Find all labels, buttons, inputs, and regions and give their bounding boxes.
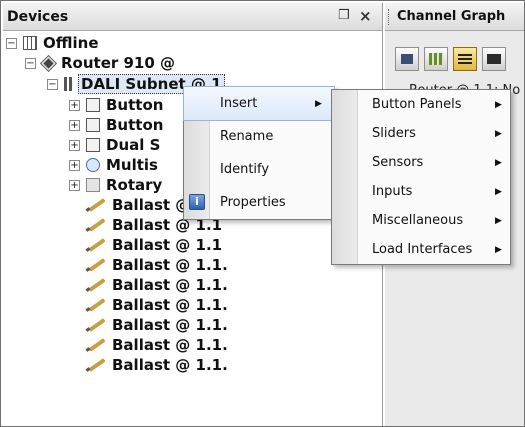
tree-node-device[interactable]: + Button bbox=[69, 95, 163, 115]
ballast-icon bbox=[86, 280, 106, 290]
submenu-arrow-icon: ▶ bbox=[495, 186, 502, 197]
tree-node-device[interactable]: + Multis bbox=[69, 155, 158, 175]
tree-node-ballast[interactable]: Ballast @ 1.1. bbox=[86, 335, 228, 355]
tree-node-ballast[interactable]: Ballast @ 1.1 bbox=[86, 235, 222, 255]
expand-icon[interactable]: + bbox=[69, 99, 80, 111]
list-view-button[interactable] bbox=[453, 47, 477, 71]
app-window: Devices ❒ × − Offline − Router 910 @ − D… bbox=[0, 0, 525, 427]
menu-item-label: Properties bbox=[220, 195, 286, 210]
ballast-icon bbox=[86, 300, 106, 310]
network-grid-icon bbox=[23, 36, 37, 50]
devices-panel-header: Devices ❒ × bbox=[3, 3, 382, 31]
submenu-arrow-icon: ▶ bbox=[495, 215, 502, 226]
dual-sensor-icon bbox=[86, 138, 100, 152]
submenu-item-sensors[interactable]: Sensors ▶ bbox=[332, 148, 510, 177]
expand-icon[interactable]: + bbox=[69, 179, 80, 191]
menu-item-label: Identify bbox=[220, 162, 270, 177]
tree-node-label: Ballast @ 1.1. bbox=[112, 256, 228, 274]
expand-icon[interactable]: + bbox=[69, 139, 80, 151]
tree-node-label: Button bbox=[106, 96, 164, 114]
submenu-arrow-icon: ▶ bbox=[315, 98, 322, 109]
submenu-item-inputs[interactable]: Inputs ▶ bbox=[332, 177, 510, 206]
ballast-icon bbox=[86, 240, 106, 250]
menu-item-label: Button Panels bbox=[372, 97, 462, 112]
ballast-icon bbox=[86, 340, 106, 350]
tree-node-label: Ballast @ 1.1. bbox=[112, 276, 228, 294]
pin-icon[interactable]: ❒ bbox=[338, 8, 350, 23]
tree-node-label: Ballast @ 1.1. bbox=[112, 296, 228, 314]
expand-icon[interactable]: + bbox=[69, 119, 80, 131]
button-panel-icon bbox=[86, 98, 100, 112]
tree-node-label: Ballast @ 1.1. bbox=[112, 316, 228, 334]
tree-node-device[interactable]: + Button bbox=[69, 115, 163, 135]
submenu-item-miscellaneous[interactable]: Miscellaneous ▶ bbox=[332, 206, 510, 235]
menu-item-insert[interactable]: Insert ▶ bbox=[183, 86, 335, 121]
collapse-icon[interactable]: − bbox=[25, 57, 36, 69]
tree-node-ballast[interactable]: Ballast @ 1.1. bbox=[86, 295, 228, 315]
tree-node-ballast[interactable]: Ballast @ 1.1. bbox=[86, 315, 228, 335]
submenu-item-button-panels[interactable]: Button Panels ▶ bbox=[332, 90, 510, 119]
view-icon-button[interactable] bbox=[395, 47, 419, 71]
tree-node-label: Dual S bbox=[106, 136, 161, 154]
submenu-item-sliders[interactable]: Sliders ▶ bbox=[332, 119, 510, 148]
tree-node-label: Ballast @ 1.1. bbox=[112, 356, 228, 374]
menu-item-label: Inputs bbox=[372, 184, 413, 199]
menu-item-label: Miscellaneous bbox=[372, 213, 464, 228]
ballast-icon bbox=[86, 200, 106, 210]
tree-node-label: Multis bbox=[106, 156, 158, 174]
menu-item-rename[interactable]: Rename bbox=[184, 120, 334, 153]
channel-graph-header: Channel Graph bbox=[385, 3, 524, 31]
tree-node-offline[interactable]: − Offline bbox=[6, 33, 99, 53]
tree-node-ballast[interactable]: Ballast @ 1.1. bbox=[86, 355, 228, 375]
tree-node-label: Ballast @ 1.1. bbox=[112, 336, 228, 354]
tree-node-device[interactable]: + Rotary bbox=[69, 175, 162, 195]
insert-submenu: Button Panels ▶ Sliders ▶ Sensors ▶ Inpu… bbox=[331, 89, 511, 265]
panel-separator bbox=[388, 9, 390, 25]
grid-view-button[interactable] bbox=[424, 47, 448, 71]
channel-graph-toolbar bbox=[395, 47, 506, 71]
channel-graph-title[interactable]: Channel Graph bbox=[397, 9, 505, 24]
tree-node-device[interactable]: + Dual S bbox=[69, 135, 160, 155]
close-icon[interactable]: × bbox=[359, 7, 372, 25]
bus-icon bbox=[64, 77, 72, 91]
ballast-icon bbox=[86, 360, 106, 370]
properties-icon: i bbox=[189, 194, 205, 210]
menu-item-label: Rename bbox=[220, 129, 274, 144]
submenu-arrow-icon: ▶ bbox=[495, 99, 502, 110]
tree-node-ballast[interactable]: Ballast @ 1.1. bbox=[86, 275, 228, 295]
tree-node-label: Button bbox=[106, 116, 164, 134]
tree-node-router[interactable]: − Router 910 @ bbox=[25, 53, 175, 73]
tree-node-label: Router 910 @ bbox=[61, 54, 176, 72]
ballast-icon bbox=[86, 260, 106, 270]
ballast-icon bbox=[86, 320, 106, 330]
button-panel-icon bbox=[86, 118, 100, 132]
expand-icon[interactable]: + bbox=[69, 159, 80, 171]
tree-node-label: Ballast @ 1.1 bbox=[112, 236, 223, 254]
collapse-icon[interactable]: − bbox=[47, 78, 58, 90]
submenu-arrow-icon: ▶ bbox=[495, 244, 502, 255]
multisensor-icon bbox=[86, 158, 100, 172]
devices-panel-title: Devices bbox=[7, 9, 69, 25]
tree-node-ballast[interactable]: Ballast @ 1.1. bbox=[86, 255, 228, 275]
menu-item-label: Sensors bbox=[372, 155, 424, 170]
context-menu: Insert ▶ Rename Identify i Properties bbox=[183, 86, 335, 220]
dark-view-button[interactable] bbox=[482, 47, 506, 71]
collapse-icon[interactable]: − bbox=[6, 37, 17, 49]
tree-node-label: Rotary bbox=[106, 176, 163, 194]
ballast-icon bbox=[86, 220, 106, 230]
router-icon bbox=[41, 55, 56, 71]
submenu-arrow-icon: ▶ bbox=[495, 128, 502, 139]
menu-item-label: Insert bbox=[220, 96, 258, 111]
menu-item-label: Sliders bbox=[372, 126, 416, 141]
rotary-icon bbox=[86, 178, 100, 192]
menu-item-properties[interactable]: i Properties bbox=[184, 186, 334, 219]
submenu-item-load-interfaces[interactable]: Load Interfaces ▶ bbox=[332, 235, 510, 264]
menu-item-identify[interactable]: Identify bbox=[184, 153, 334, 186]
menu-item-label: Load Interfaces bbox=[372, 242, 473, 257]
tree-node-label: Offline bbox=[43, 34, 99, 52]
submenu-arrow-icon: ▶ bbox=[495, 157, 502, 168]
